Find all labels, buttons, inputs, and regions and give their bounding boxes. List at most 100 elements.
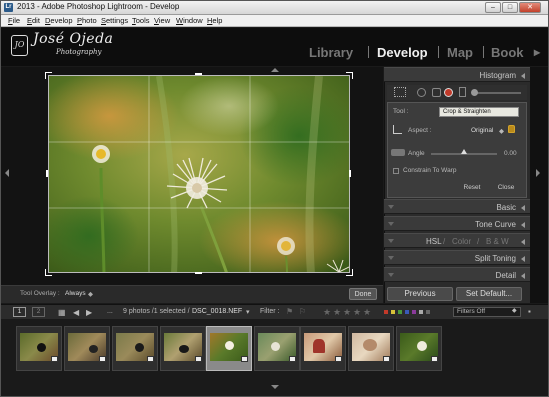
- panel-switch-icon[interactable]: [388, 205, 394, 209]
- star-filter-icon[interactable]: ★: [333, 307, 341, 318]
- star-filter-icon[interactable]: ★: [323, 307, 331, 318]
- graduated-filter-icon[interactable]: [459, 87, 466, 97]
- menu-view[interactable]: View: [154, 16, 170, 25]
- crop-handle-bottom-right[interactable]: [346, 269, 353, 276]
- filters-dropdown-icon[interactable]: ◆: [512, 307, 517, 314]
- photo-preview[interactable]: [48, 75, 350, 273]
- color-tab[interactable]: Color: [452, 237, 471, 246]
- module-book[interactable]: Book: [491, 45, 524, 60]
- crop-handle-top-right[interactable]: [346, 72, 353, 79]
- minimize-button[interactable]: –: [485, 2, 501, 13]
- filmstrip-thumbnail[interactable]: [300, 326, 346, 371]
- crop-overlay-tool-icon[interactable]: [394, 87, 406, 97]
- filmstrip-thumbnail[interactable]: [254, 326, 300, 371]
- done-button[interactable]: Done: [349, 288, 377, 300]
- star-filter-icon[interactable]: ★: [343, 307, 351, 318]
- filmstrip-thumbnail[interactable]: [348, 326, 394, 371]
- filmstrip-thumbnail[interactable]: [396, 326, 442, 371]
- filmstrip-thumbnail[interactable]: [160, 326, 206, 371]
- filter-lock-icon[interactable]: ▪: [528, 307, 531, 316]
- adjustment-brush-slider[interactable]: [475, 92, 521, 94]
- view-page-1-button[interactable]: 1: [13, 307, 26, 317]
- tool-overlay-select[interactable]: Always: [65, 290, 86, 297]
- constrain-warp-checkbox[interactable]: [393, 168, 399, 174]
- menu-photo[interactable]: Photo: [77, 16, 97, 25]
- filename-dropdown-icon[interactable]: ▾: [246, 308, 250, 316]
- star-filter-icon[interactable]: ★: [363, 307, 371, 318]
- crop-handle-top[interactable]: [195, 73, 202, 75]
- aspect-select[interactable]: Original: [471, 127, 493, 134]
- red-label-filter[interactable]: [384, 310, 388, 314]
- crop-handle-bottom-left[interactable]: [45, 269, 52, 276]
- purple-label-filter[interactable]: [412, 310, 416, 314]
- panel-switch-icon[interactable]: [388, 256, 394, 260]
- crop-handle-right[interactable]: [349, 170, 351, 177]
- module-develop[interactable]: Develop: [377, 45, 428, 60]
- histogram-panel-header[interactable]: Histogram: [384, 67, 530, 82]
- crop-handle-left[interactable]: [46, 170, 48, 177]
- forward-arrow-icon[interactable]: ▶: [86, 308, 92, 317]
- maximize-button[interactable]: □: [502, 2, 518, 13]
- unflag-filter-icon[interactable]: ⚐: [299, 307, 306, 316]
- aspect-lock-icon[interactable]: [508, 125, 515, 133]
- menu-develop[interactable]: Develop: [45, 16, 73, 25]
- menu-help[interactable]: Help: [207, 16, 222, 25]
- no-label-filter[interactable]: [426, 310, 430, 314]
- menu-window[interactable]: Window: [176, 16, 203, 25]
- crop-close-button[interactable]: Close: [491, 183, 521, 193]
- collapse-filmstrip-icon[interactable]: [271, 385, 279, 389]
- panel-switch-icon[interactable]: [388, 273, 394, 277]
- angle-slider-thumb[interactable]: [461, 149, 467, 154]
- grid-view-icon[interactable]: ▦: [58, 308, 66, 317]
- collapse-top-panel-icon[interactable]: [271, 68, 279, 72]
- module-more-indicator[interactable]: ▸: [534, 45, 540, 59]
- spot-removal-tool-icon[interactable]: [417, 88, 426, 97]
- green-label-filter[interactable]: [398, 310, 402, 314]
- close-button[interactable]: ✕: [519, 2, 541, 13]
- straighten-tool-icon[interactable]: [391, 149, 405, 156]
- filmstrip-thumbnail[interactable]: [16, 326, 62, 371]
- back-arrow-icon[interactable]: ◀: [73, 308, 79, 317]
- previous-button[interactable]: Previous: [387, 287, 453, 301]
- panel-switch-icon[interactable]: [388, 222, 394, 226]
- collapse-right-panel-icon[interactable]: [536, 169, 540, 177]
- menu-tools[interactable]: Tools: [132, 16, 150, 25]
- hsl-panel-header[interactable]: HSL / Color / B & W: [384, 233, 530, 248]
- view-page-2-button[interactable]: 2: [32, 307, 45, 317]
- red-eye-tool-icon[interactable]: [432, 88, 441, 97]
- bw-tab[interactable]: B & W: [486, 237, 509, 246]
- basic-panel-header[interactable]: Basic: [384, 199, 530, 214]
- menu-edit[interactable]: Edit: [27, 16, 40, 25]
- menu-settings[interactable]: Settings: [101, 16, 128, 25]
- overlay-dropdown-icon[interactable]: ◆: [88, 290, 93, 298]
- crop-frame-icon[interactable]: [393, 125, 402, 134]
- crop-reset-button[interactable]: Reset: [457, 183, 487, 193]
- star-filter-icon[interactable]: ★: [353, 307, 361, 318]
- crop-handle-top-left[interactable]: [45, 72, 52, 79]
- expand-left-panel-icon[interactable]: [5, 169, 9, 177]
- selected-filename[interactable]: DSC_0018.NEF: [192, 308, 242, 315]
- source-breadcrumb[interactable]: ...: [107, 308, 113, 315]
- red-eye-correction-icon[interactable]: [444, 88, 453, 97]
- angle-value[interactable]: 0.00: [504, 150, 517, 157]
- aspect-dropdown-icon[interactable]: ◆: [499, 127, 504, 135]
- adjustment-brush-icon[interactable]: [471, 89, 478, 96]
- set-default-button[interactable]: Set Default...: [456, 287, 522, 301]
- panel-switch-icon[interactable]: [388, 239, 394, 243]
- crop-handle-bottom[interactable]: [195, 272, 202, 274]
- panel-expand-icon: [521, 273, 525, 279]
- filmstrip-thumbnail[interactable]: [64, 326, 110, 371]
- filmstrip-thumbnail[interactable]: [112, 326, 158, 371]
- module-library[interactable]: Library: [309, 45, 353, 60]
- yellow-label-filter[interactable]: [391, 310, 395, 314]
- detail-panel-header[interactable]: Detail: [384, 267, 530, 282]
- tone-curve-panel-header[interactable]: Tone Curve: [384, 216, 530, 231]
- custom-label-filter[interactable]: [419, 310, 423, 314]
- module-map[interactable]: Map: [447, 45, 473, 60]
- hsl-tab[interactable]: HSL: [426, 237, 442, 246]
- blue-label-filter[interactable]: [405, 310, 409, 314]
- flag-filter-icon[interactable]: ⚑: [286, 307, 293, 316]
- filmstrip-thumbnail-selected[interactable]: [206, 326, 252, 371]
- split-toning-panel-header[interactable]: Split Toning: [384, 250, 530, 265]
- menu-file[interactable]: File: [8, 16, 20, 25]
